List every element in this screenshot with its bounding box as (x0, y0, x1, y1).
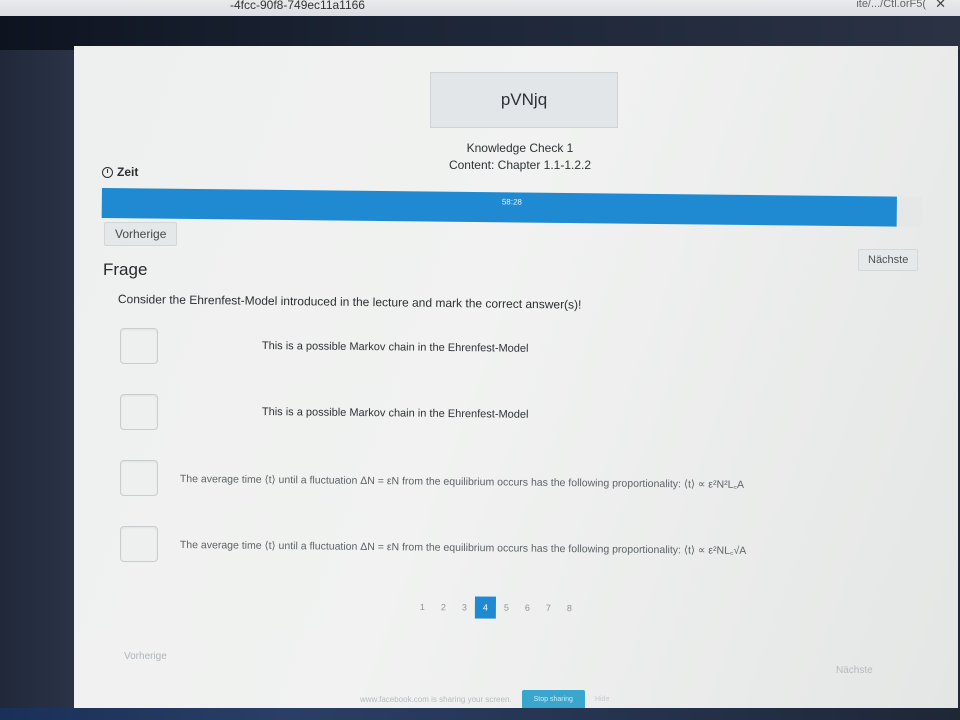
clock-icon (102, 166, 113, 178)
answer-option[interactable]: This is a possible Markov chain in the E… (120, 394, 880, 434)
url-fragment[interactable]: -4fcc-90f8-749ec11a1166 (230, 0, 365, 12)
answer-label: This is a possible Markov chain in the E… (261, 406, 529, 421)
answer-option[interactable]: The average time ⟨t⟩ until a fluctuation… (120, 526, 880, 566)
url-right-fragment: ite/.../Ctl.orF5( (856, 0, 926, 10)
timer-label: Zeit (102, 165, 138, 179)
page-button[interactable]: 5 (496, 597, 517, 619)
next-button[interactable]: Nächste (858, 249, 919, 271)
page-button[interactable]: 1 (412, 596, 433, 618)
quiz-title: pVNjq (430, 72, 618, 128)
page-button[interactable]: 4 (474, 596, 496, 619)
browser-toolbar (0, 16, 960, 50)
section-heading: Frage (103, 260, 148, 279)
page-button[interactable]: 7 (538, 597, 559, 619)
quiz-subtitle-line2: Content: Chapter 1.1-1.2.2 (448, 158, 592, 172)
screen-share-text: www.facebook.com is sharing your screen. (360, 694, 512, 704)
answer-label: The average time ⟨t⟩ until a fluctuation… (179, 538, 747, 557)
taskbar-edge (0, 708, 960, 720)
bottom-next-button[interactable]: Nächste (830, 662, 879, 679)
answer-option[interactable]: This is a possible Markov chain in the E… (120, 328, 880, 368)
answer-checkbox[interactable] (120, 526, 158, 562)
answer-checkbox[interactable] (120, 460, 158, 496)
stop-sharing-button[interactable]: Stop sharing (521, 689, 585, 709)
quiz-subtitle-line1: Knowledge Check 1 (466, 141, 574, 155)
page-button[interactable]: 6 (517, 597, 538, 619)
answer-option[interactable]: The average time ⟨t⟩ until a fluctuation… (120, 460, 880, 500)
hide-share-button[interactable]: Hide (595, 696, 609, 703)
page-button[interactable]: 2 (433, 596, 454, 618)
previous-button[interactable]: Vorherige (104, 222, 178, 246)
page-button[interactable]: 8 (559, 597, 580, 619)
answer-checkbox[interactable] (120, 394, 158, 430)
question-pagination: 12345678 (412, 596, 580, 619)
answer-checkbox[interactable] (120, 328, 158, 364)
quiz-subtitle: Knowledge Check 1 Content: Chapter 1.1-1… (420, 140, 620, 174)
page-button[interactable]: 3 (454, 596, 475, 618)
answer-label: The average time ⟨t⟩ until a fluctuation… (179, 472, 745, 491)
timer-label-text: Zeit (117, 165, 139, 179)
close-icon[interactable]: ✕ (935, 0, 946, 12)
answer-label: This is a possible Markov chain in the E… (261, 340, 529, 355)
bottom-previous-button[interactable]: Vorherige (118, 648, 173, 665)
